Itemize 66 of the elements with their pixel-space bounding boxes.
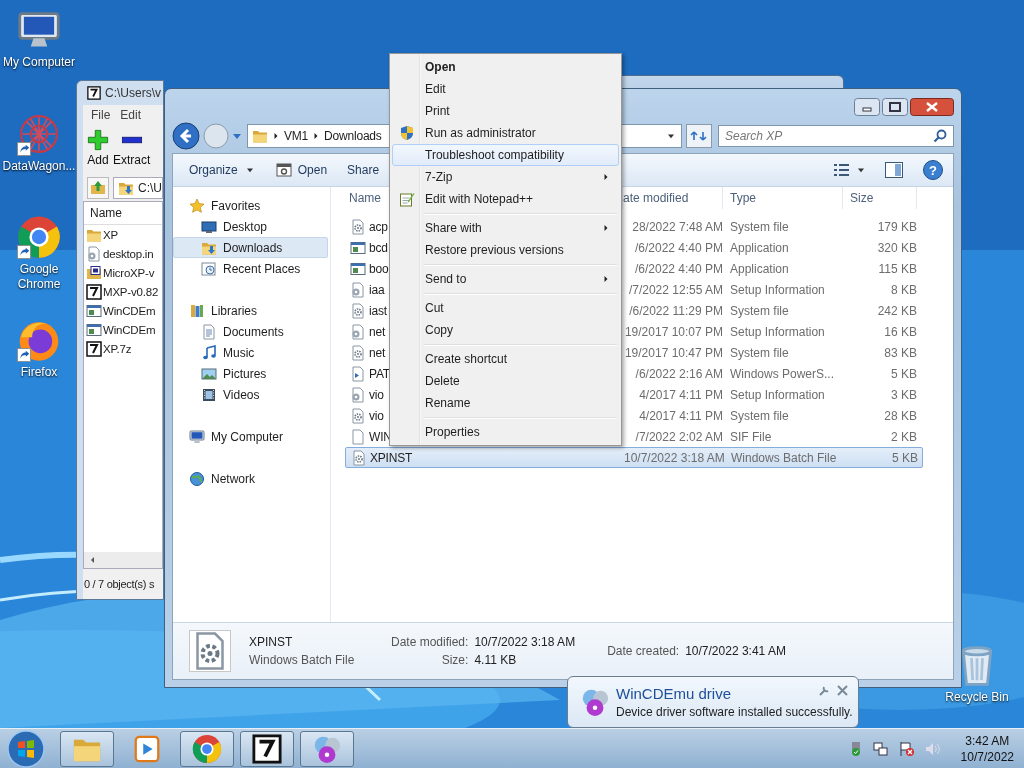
file-name: XPINST (249, 635, 294, 649)
notification-message: Device driver software installed successfully. (616, 705, 853, 719)
file-date: 28/2022 7:48 AM (631, 219, 723, 234)
notification-title: WinCDEmu drive (616, 685, 732, 702)
file-date: /6/2022 4:40 PM (633, 261, 723, 276)
file-type: Setup Information (729, 282, 826, 297)
file-date: 19/2017 10:47 PM (623, 345, 723, 360)
file-size: 3 KB (890, 387, 917, 402)
file-date: 4/2017 4:11 PM (638, 408, 723, 423)
file-date: /6/2022 11:29 PM (628, 303, 723, 318)
file-name: vio (369, 408, 384, 423)
file-type: Setup Information (729, 324, 826, 339)
status-text: 0 / 7 object(s) s (83, 569, 163, 599)
file-date: /6/2022 2:16 AM (634, 366, 723, 381)
file-name: iaa (369, 282, 385, 297)
file-name: acp (369, 219, 388, 234)
file-type: Application (729, 261, 790, 276)
property-value: 4.11 KB (474, 653, 518, 667)
property-label: Size: (440, 653, 469, 667)
file-type: System file (729, 408, 790, 423)
file-type: System file (729, 219, 790, 234)
file-name: WinCDEm (103, 323, 156, 336)
file-date: /7/2022 12:55 AM (627, 282, 723, 297)
file-size: 2 KB (890, 429, 917, 444)
file-date: /6/2022 4:40 PM (633, 240, 723, 255)
file-date: 10/7/2022 3:18 AM (624, 450, 724, 465)
file-type: System file (729, 345, 790, 360)
file-date: /7/2022 2:02 AM (634, 429, 723, 444)
file-type: SIF File (729, 429, 773, 444)
property-value: 10/7/2022 3:18 AM (474, 635, 576, 649)
window-title: C:\Users\v (105, 86, 161, 100)
file-name: bcd (369, 240, 388, 255)
file-size: 5 KB (891, 450, 918, 465)
file-name: iast (369, 303, 387, 318)
file-size: 242 KB (876, 303, 917, 318)
file-name: PAT (369, 366, 390, 381)
file-name: net (369, 345, 386, 360)
file-size: 83 KB (883, 345, 917, 360)
file-size: 28 KB (883, 408, 917, 423)
file-name: WinCDEm (103, 304, 156, 317)
file-date: 19/2017 10:07 PM (623, 324, 723, 339)
property-value: 10/7/2022 3:41 AM (685, 644, 786, 658)
file-name: net (369, 324, 386, 339)
file-name: XP (103, 228, 118, 241)
file-type: Windows PowerS... (729, 366, 836, 381)
file-size: 5 KB (890, 366, 917, 381)
file-name: MXP-v0.82 (103, 285, 159, 298)
file-type: Application (729, 240, 790, 255)
file-size: 115 KB (877, 261, 917, 276)
file-type: Setup Information (729, 387, 826, 402)
file-name: XPINST (370, 450, 413, 465)
file-name: boo (369, 261, 389, 276)
property-label: Date modified: (391, 635, 469, 649)
file-size: 320 KB (876, 240, 917, 255)
file-name: MicroXP-v (103, 266, 155, 279)
file-type: Windows Batch File (249, 653, 356, 667)
file-date: 4/2017 4:11 PM (638, 387, 723, 402)
file-size: 16 KB (883, 324, 917, 339)
file-type: Windows Batch File (730, 450, 838, 465)
file-name: desktop.in (103, 247, 154, 260)
property-label: Date created: (607, 644, 680, 658)
file-name: vio (369, 387, 384, 402)
file-type: System file (729, 303, 790, 318)
file-size: 179 KB (876, 219, 917, 234)
file-name: XP.7z (103, 342, 132, 355)
file-size: 8 KB (890, 282, 917, 297)
